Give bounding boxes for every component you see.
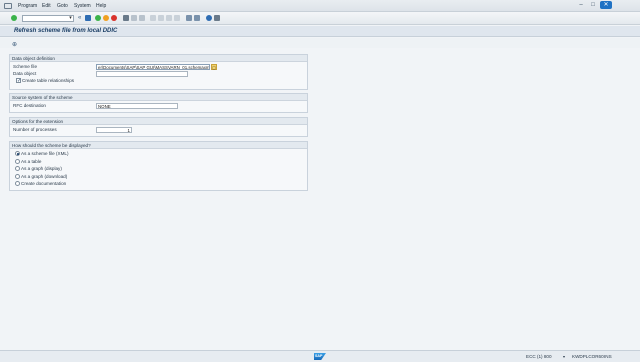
radio-table[interactable] bbox=[15, 158, 20, 164]
insert-mode: INS bbox=[604, 354, 612, 359]
data-object-field[interactable] bbox=[96, 70, 188, 77]
find-icon[interactable] bbox=[131, 15, 137, 21]
help-icon[interactable] bbox=[206, 15, 212, 21]
last-page-icon[interactable] bbox=[174, 15, 180, 21]
scheme-file-label: Scheme file bbox=[13, 64, 38, 69]
group-header: Source system of the scheme bbox=[10, 94, 307, 101]
close-icon[interactable]: ✕ bbox=[600, 1, 612, 9]
prev-page-icon[interactable] bbox=[158, 15, 164, 21]
cancel-icon[interactable] bbox=[111, 15, 117, 21]
value-help-icon[interactable]: ▢ bbox=[211, 63, 217, 70]
radio-table-label: As a table bbox=[21, 158, 42, 164]
group-header: How should the scheme be displayed? bbox=[10, 142, 307, 149]
maximize-icon[interactable]: □ bbox=[588, 0, 598, 10]
radio-documentation-label: Create documentation bbox=[21, 181, 67, 186]
radio-graph-display[interactable] bbox=[15, 166, 20, 171]
menu-edit[interactable]: Edit bbox=[42, 3, 51, 9]
scheme-file-field[interactable]: er\Documents\SAP\SAP GUI\MASSVARN_01.sch… bbox=[96, 63, 210, 70]
radio-documentation[interactable] bbox=[15, 181, 20, 186]
standard-toolbar: ▾ « bbox=[0, 12, 640, 25]
enter-icon[interactable] bbox=[11, 15, 17, 21]
extension-options-group: Options for the extension Number of proc… bbox=[9, 117, 308, 137]
menu-help[interactable]: Help bbox=[96, 3, 106, 9]
find-next-icon[interactable] bbox=[139, 15, 145, 21]
shortcut-icon[interactable] bbox=[194, 15, 200, 21]
radio-xml[interactable] bbox=[15, 151, 20, 156]
group-header: Data object definition bbox=[10, 55, 307, 62]
rfc-destination-label: RFC destination bbox=[13, 103, 46, 108]
title-bar: Refresh scheme file from local DDIC bbox=[0, 26, 640, 37]
execute-icon[interactable]: ⊕ bbox=[12, 42, 18, 48]
minimize-icon[interactable]: – bbox=[576, 0, 586, 10]
back-small-icon[interactable]: « bbox=[78, 15, 84, 21]
processes-label: Number of processes bbox=[13, 127, 57, 132]
radio-graph-download[interactable] bbox=[15, 173, 20, 179]
create-relationships-checkbox[interactable]: ✓ bbox=[16, 78, 21, 84]
next-page-icon[interactable] bbox=[166, 15, 172, 21]
first-page-icon[interactable] bbox=[150, 15, 156, 21]
application-toolbar bbox=[0, 38, 640, 48]
customize-icon[interactable] bbox=[214, 15, 220, 21]
data-object-label: Data object bbox=[13, 71, 37, 76]
print-icon[interactable] bbox=[123, 15, 129, 21]
sap-logo: SAP bbox=[314, 353, 326, 360]
exit-icon[interactable] bbox=[103, 15, 109, 21]
radio-graph-display-label: As a graph (display) bbox=[21, 166, 62, 171]
radio-xml-label: As a scheme file (XML) bbox=[21, 151, 69, 156]
processes-field[interactable]: 1 bbox=[96, 126, 132, 133]
status-bar: SAP ECC (1) 800 ▾ KWDPLCOR60 INS bbox=[0, 350, 640, 362]
radio-graph-download-label: As a graph (download) bbox=[21, 173, 68, 179]
display-options-group: How should the scheme be displayed? As a… bbox=[9, 141, 308, 191]
chevron-down-icon[interactable]: ▾ bbox=[67, 15, 74, 22]
menu-system[interactable]: System bbox=[74, 3, 91, 9]
save-icon[interactable] bbox=[85, 15, 91, 21]
source-system-group: Source system of the scheme RFC destinat… bbox=[9, 93, 308, 113]
server-name: KWDPLCOR60 bbox=[572, 354, 604, 359]
page-title: Refresh scheme file from local DDIC bbox=[14, 28, 118, 34]
data-object-group: Data object definition Scheme file er\Do… bbox=[9, 54, 308, 90]
menu-goto[interactable]: Goto bbox=[57, 3, 68, 9]
rfc-destination-field[interactable]: NONE bbox=[96, 102, 178, 109]
system-info[interactable]: ECC (1) 800 bbox=[526, 354, 552, 359]
back-icon[interactable] bbox=[95, 15, 101, 21]
create-relationships-label: Create table relationships bbox=[22, 78, 75, 83]
menu-bar: Program Edit Goto System Help – □ ✕ bbox=[0, 0, 640, 12]
chevron-down-icon[interactable]: ▾ bbox=[563, 354, 565, 359]
group-header: Options for the extension bbox=[10, 118, 307, 125]
menu-program[interactable]: Program bbox=[18, 3, 37, 9]
window-menu-icon[interactable] bbox=[4, 3, 12, 9]
new-session-icon[interactable] bbox=[186, 15, 192, 21]
